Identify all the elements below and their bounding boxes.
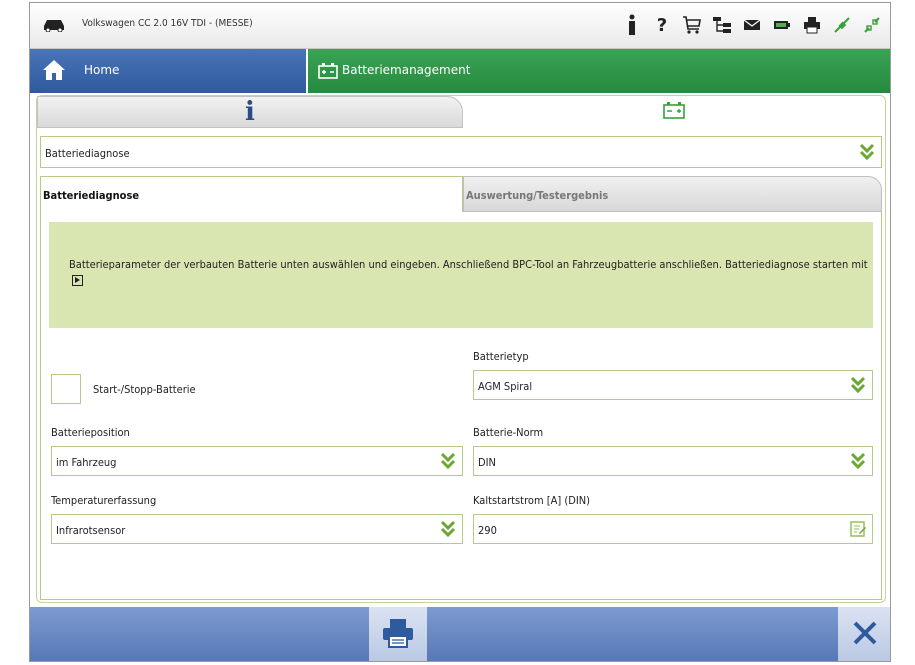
battery-norm-label: Batterie-Norm	[473, 426, 544, 439]
cold-start-value: 290	[478, 524, 497, 537]
main-panel: i Batteriediagnose Batteriediagnose Ausw…	[36, 95, 886, 603]
bottom-toolbar	[30, 607, 890, 661]
tab-battery[interactable]	[463, 96, 885, 128]
temperature-select[interactable]: Infrarotsensor	[51, 514, 463, 544]
battery-norm-value: DIN	[478, 456, 496, 469]
cold-start-label: Kaltstartstrom [A] (DIN)	[473, 494, 591, 507]
cold-start-input[interactable]: 290	[473, 514, 873, 544]
nav-home-tab[interactable]: Home	[30, 49, 306, 93]
battery-icon[interactable]	[772, 13, 792, 37]
tab-info[interactable]: i	[37, 96, 463, 128]
home-icon	[42, 59, 66, 85]
tab-battery-diagnosis[interactable]: Batteriediagnose	[40, 176, 463, 212]
app-window: Volkswagen CC 2.0 16V TDI - (MESSE) ? Ho…	[29, 2, 891, 662]
diagnosis-select-value: Batteriediagnose	[45, 147, 130, 160]
close-icon	[852, 620, 878, 650]
chevron-down-icon[interactable]	[859, 143, 875, 161]
nav-battery-management-tab[interactable]: Batteriemanagement	[308, 49, 890, 93]
connect-icon[interactable]	[832, 13, 852, 37]
tab-battery-diagnosis-label: Batteriediagnose	[43, 189, 140, 202]
battery-icon	[318, 63, 338, 83]
chevron-down-icon[interactable]	[440, 452, 456, 470]
battery-icon	[662, 101, 686, 123]
temperature-value: Infrarotsensor	[56, 524, 126, 537]
battery-norm-select[interactable]: DIN	[473, 446, 873, 476]
nav-bar: Home Batteriemanagement	[30, 49, 890, 93]
chevron-down-icon[interactable]	[850, 452, 866, 470]
printer-icon	[381, 617, 415, 653]
toolbar-icons: ?	[622, 13, 882, 37]
printer-icon[interactable]	[802, 13, 822, 37]
mail-icon[interactable]	[742, 13, 762, 37]
battery-position-value: im Fahrzeug	[56, 456, 117, 469]
print-button[interactable]	[369, 607, 427, 661]
top-tabs: i	[37, 96, 885, 128]
chevron-down-icon[interactable]	[850, 376, 866, 394]
close-button[interactable]	[838, 607, 890, 661]
nav-home-label: Home	[84, 63, 120, 77]
battery-type-select[interactable]: AGM Spiral	[473, 370, 873, 400]
battery-type-label: Batterietyp	[473, 350, 529, 363]
chevron-down-icon[interactable]	[440, 520, 456, 538]
battery-position-label: Batterieposition	[51, 426, 130, 439]
tab-evaluation-result[interactable]: Auswertung/Testergebnis	[463, 176, 882, 212]
nav-battery-management-label: Batteriemanagement	[342, 63, 471, 77]
temperature-label: Temperaturerfassung	[51, 494, 157, 507]
car-icon	[42, 17, 66, 36]
sub-tabs: Batteriediagnose Auswertung/Testergebnis	[40, 176, 882, 212]
instruction-box: Batterieparameter der verbauten Batterie…	[49, 222, 873, 328]
start-stop-label: Start-/Stopp-Batterie	[93, 383, 196, 396]
help-icon[interactable]: ?	[652, 13, 672, 37]
diagnosis-content: Batterieparameter der verbauten Batterie…	[40, 212, 882, 600]
cart-icon[interactable]	[682, 13, 702, 37]
network-icon[interactable]	[712, 13, 732, 37]
edit-icon[interactable]	[850, 521, 866, 537]
battery-type-value: AGM Spiral	[478, 380, 533, 393]
info-icon: i	[245, 97, 255, 127]
vehicle-title: Volkswagen CC 2.0 16V TDI - (MESSE)	[82, 18, 253, 29]
tab-evaluation-result-label: Auswertung/Testergebnis	[466, 189, 609, 202]
battery-position-select[interactable]: im Fahrzeug	[51, 446, 463, 476]
disconnect-icon[interactable]	[862, 13, 882, 37]
title-bar: Volkswagen CC 2.0 16V TDI - (MESSE) ?	[30, 3, 890, 49]
instruction-text: Batterieparameter der verbauten Batterie…	[69, 256, 869, 290]
play-icon	[72, 275, 83, 286]
instruction-text-body: Batterieparameter der verbauten Batterie…	[69, 258, 868, 271]
person-icon[interactable]	[622, 13, 642, 37]
start-stop-checkbox[interactable]	[51, 374, 81, 404]
diagnosis-select[interactable]: Batteriediagnose	[40, 136, 882, 168]
